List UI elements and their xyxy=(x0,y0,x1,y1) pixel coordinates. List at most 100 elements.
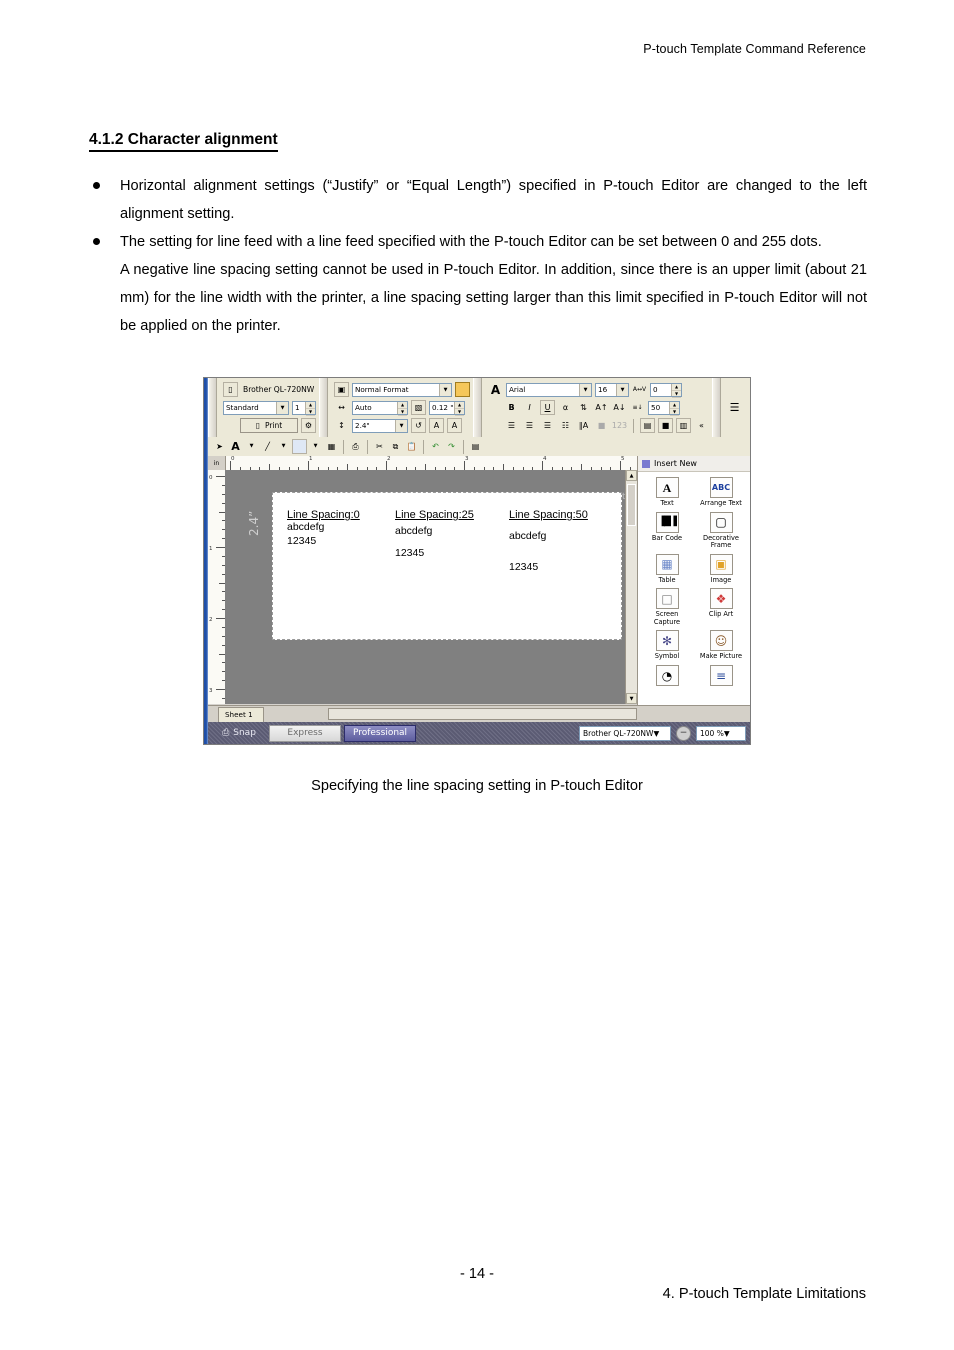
properties-icon[interactable]: ▤ xyxy=(468,439,483,454)
text-object-spacing-50[interactable]: Line Spacing:50 abcdefg 12345 xyxy=(509,509,588,573)
chevron-down-icon[interactable]: ▼ xyxy=(653,729,659,738)
insert-item-screen-capture[interactable]: □ Screen Capture xyxy=(640,588,694,626)
toolbar-overflow-icon[interactable]: « xyxy=(694,418,709,433)
chevron-down-icon[interactable]: ▼ xyxy=(616,383,628,396)
mode-professional-button[interactable]: Professional xyxy=(344,724,416,742)
chevron-down-icon[interactable]: ▼ xyxy=(276,401,288,414)
bullet-dot-icon xyxy=(93,182,100,189)
sheet-tab[interactable]: Sheet 1 xyxy=(218,706,264,722)
draw-rect-icon[interactable] xyxy=(292,439,307,454)
print-options-icon[interactable]: ⚙ xyxy=(301,418,316,433)
line-spacing-stepper[interactable]: ▲ ▼ xyxy=(669,401,679,416)
bullet-item: Horizontal alignment settings (“Justify”… xyxy=(89,172,867,228)
insert-item-numbering[interactable]: ≡ xyxy=(694,665,748,688)
align-right-icon[interactable]: ☰ xyxy=(540,418,555,433)
insert-item-clip-art[interactable]: ❖ Clip Art xyxy=(694,588,748,626)
undo-icon[interactable]: ↶ xyxy=(428,439,443,454)
format-select[interactable]: Normal Format ▼ xyxy=(352,382,452,397)
font-effect-icon[interactable]: ⍺ xyxy=(558,400,573,415)
media-select[interactable]: Standard ▼ xyxy=(223,400,289,415)
margin-input[interactable]: 0.12 " ▲ ▼ xyxy=(429,400,465,416)
mode-snap-button[interactable]: ⎙ Snap xyxy=(212,725,266,742)
paste-icon[interactable]: 📋 xyxy=(404,439,419,454)
status-printer-select[interactable]: Brother QL-720NW ▼ xyxy=(579,725,671,741)
show-panel-icon[interactable]: ☰ xyxy=(727,400,742,415)
fit-text-icon[interactable]: ⇅ xyxy=(576,400,591,415)
insert-item-image[interactable]: ▣ Image xyxy=(694,553,748,585)
insert-item-gauge[interactable]: ◔ xyxy=(640,665,694,688)
increase-font-icon[interactable]: A↑ xyxy=(594,400,609,415)
label-preview-icon[interactable] xyxy=(455,382,470,397)
toolbar-grip[interactable] xyxy=(319,378,328,437)
chevron-down-icon[interactable]: ▼ xyxy=(244,439,259,454)
label-canvas[interactable]: 2.4” Auto Line Spacing:0 abcdefg 12345 L… xyxy=(225,470,637,704)
font-size-select[interactable]: 16 ▼ xyxy=(595,382,629,397)
char-spacing-stepper[interactable]: ▲ ▼ xyxy=(671,383,681,398)
line-spacing-input[interactable]: 50 ▲ ▼ xyxy=(648,400,680,416)
chevron-down-icon[interactable]: ▼ xyxy=(395,419,407,432)
chevron-down-icon[interactable]: ▼ xyxy=(308,439,323,454)
align-bottom-icon[interactable]: ▥ xyxy=(676,418,691,433)
insert-item-arrange-text[interactable]: ABC Arrange Text xyxy=(694,477,748,508)
insert-item-table[interactable]: ▦ Table xyxy=(640,553,694,585)
align-center-icon[interactable]: ☰ xyxy=(522,418,537,433)
chevron-down-icon[interactable]: ▼ xyxy=(579,383,591,396)
align-top-icon[interactable]: ▤ xyxy=(640,418,655,433)
margin-stepper[interactable]: ▲ ▼ xyxy=(454,401,464,416)
select-arrow-icon[interactable]: ➤ xyxy=(212,439,227,454)
zoom-out-button[interactable]: − xyxy=(676,725,691,741)
print-button[interactable]: ▯ Print xyxy=(240,418,298,433)
scroll-up-icon[interactable]: ▲ xyxy=(626,470,637,481)
mode-express-button[interactable]: Express xyxy=(269,724,341,742)
draw-line-icon[interactable]: ╱ xyxy=(260,439,275,454)
decrease-font-icon[interactable]: A↓ xyxy=(612,400,627,415)
toolbar-grip[interactable] xyxy=(712,378,721,437)
copy-icon[interactable]: ⧉ xyxy=(388,439,403,454)
align-left-icon[interactable]: ☰ xyxy=(504,418,519,433)
justify-icon[interactable]: ☷ xyxy=(558,418,573,433)
chevron-down-icon[interactable]: ▼ xyxy=(439,383,451,396)
canvas-vertical-scrollbar[interactable]: ▲ ▼ xyxy=(625,470,637,704)
text-icon: A xyxy=(655,477,679,498)
text-object-spacing-25[interactable]: Line Spacing:25 abcdefg 12345 xyxy=(395,509,474,559)
char-spacing-input[interactable]: 0 ▲ ▼ xyxy=(650,382,682,398)
copies-stepper[interactable]: ▲ ▼ xyxy=(305,401,315,416)
insert-text-icon[interactable]: A xyxy=(228,439,243,454)
chevron-down-icon[interactable]: ▼ xyxy=(724,729,730,738)
insert-item-symbol[interactable]: ✻ Symbol xyxy=(640,630,694,661)
line-spacing-value: 50 xyxy=(651,403,661,412)
equal-length-icon[interactable]: ∥A xyxy=(576,418,591,433)
insert-item-text[interactable]: A Text xyxy=(640,477,694,508)
label-paper[interactable]: Line Spacing:0 abcdefg 12345 Line Spacin… xyxy=(272,492,622,640)
text-direction-icon[interactable]: A xyxy=(429,418,444,433)
insert-item-bar-code[interactable]: ▐█▐ Bar Code xyxy=(640,511,694,550)
toolbar-grip[interactable] xyxy=(473,378,482,437)
ruler-major-tick xyxy=(216,689,225,690)
insert-table-icon[interactable]: ▦ xyxy=(324,439,339,454)
font-family-select[interactable]: Arial ▼ xyxy=(506,382,592,397)
height-select[interactable]: 2.4" ▼ xyxy=(352,418,408,433)
align-middle-icon[interactable]: ■ xyxy=(658,418,673,433)
margin-icon[interactable]: ▧ xyxy=(411,400,426,415)
text-object-spacing-0[interactable]: Line Spacing:0 abcdefg 12345 xyxy=(287,509,360,547)
rotate-icon[interactable]: ↺ xyxy=(411,418,426,433)
cut-icon[interactable]: ✂ xyxy=(372,439,387,454)
width-input[interactable]: Auto ▲ ▼ xyxy=(352,400,408,416)
zoom-select[interactable]: 100 % ▼ xyxy=(696,725,746,741)
insert-item-label: Image xyxy=(710,575,732,584)
insert-item-decorative-frame[interactable]: ▢ Decorative Frame xyxy=(694,511,748,550)
redo-icon[interactable]: ↷ xyxy=(444,439,459,454)
width-stepper[interactable]: ▲ ▼ xyxy=(397,401,407,416)
italic-button[interactable]: I xyxy=(522,400,537,415)
copies-input[interactable]: 1 ▲ ▼ xyxy=(292,400,316,416)
bold-button[interactable]: B xyxy=(504,400,519,415)
chevron-down-icon[interactable]: ▼ xyxy=(276,439,291,454)
underline-button[interactable]: U xyxy=(540,400,555,415)
print-quick-icon[interactable]: ⎙ xyxy=(348,439,363,454)
scrollbar-thumb[interactable] xyxy=(627,484,636,526)
canvas-horizontal-scrollbar[interactable] xyxy=(328,708,637,720)
scroll-down-icon[interactable]: ▼ xyxy=(626,693,637,704)
insert-item-make-picture[interactable]: ☺ Make Picture xyxy=(694,630,748,661)
toolbar-grip[interactable] xyxy=(208,378,217,437)
text-vertical-icon[interactable]: A xyxy=(447,418,462,433)
